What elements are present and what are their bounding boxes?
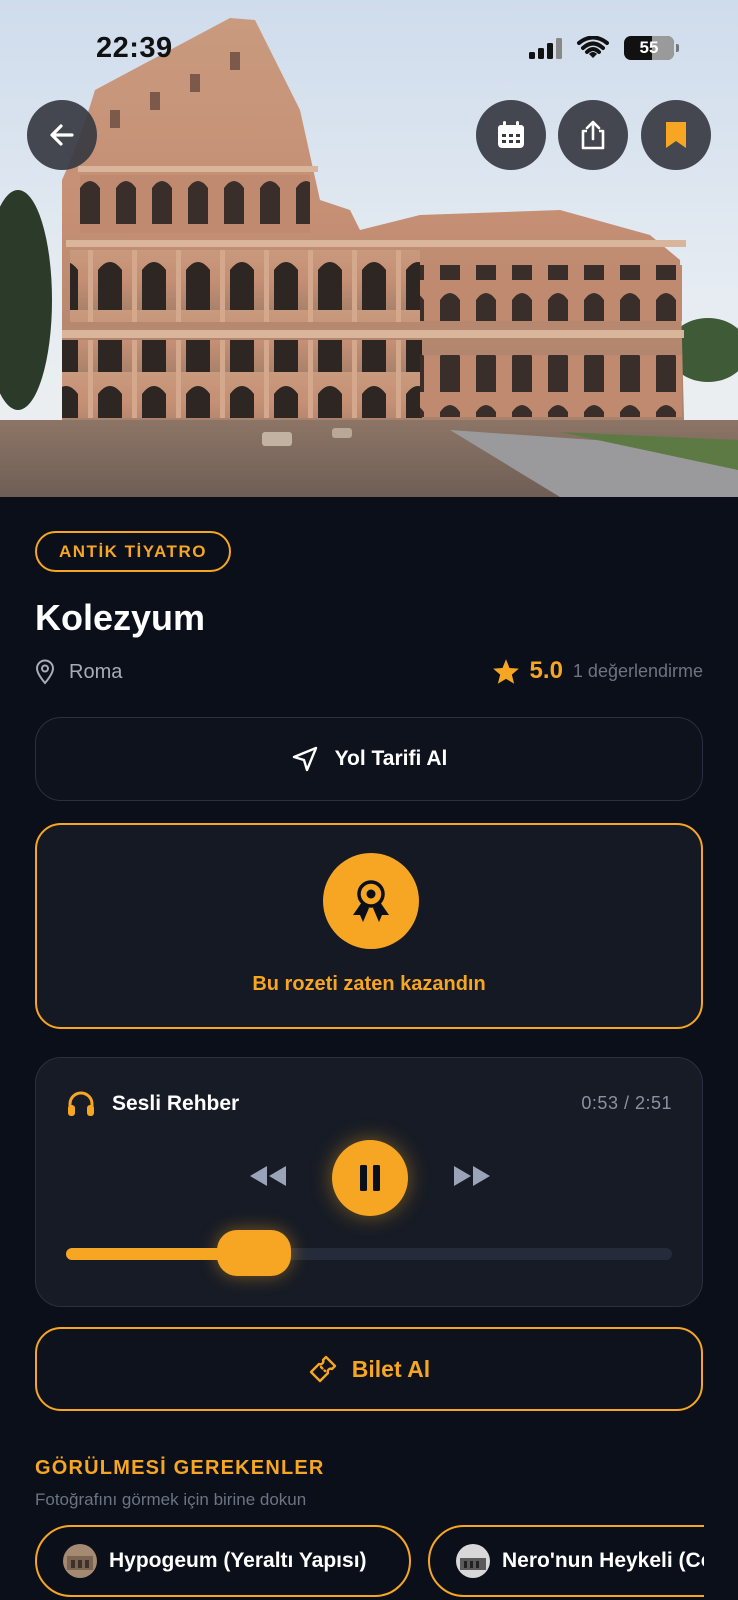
wifi-icon bbox=[577, 36, 609, 58]
back-arrow-icon bbox=[50, 124, 74, 146]
badge-card: Bu rozeti zaten kazandın bbox=[35, 823, 703, 1029]
hypogeum-thumbnail bbox=[63, 1544, 97, 1578]
fast-forward-icon bbox=[454, 1166, 490, 1186]
rating-value: 5.0 bbox=[529, 657, 563, 684]
badge-medal bbox=[323, 853, 419, 949]
nero-statue-thumbnail bbox=[456, 1544, 490, 1578]
fast-forward-button[interactable] bbox=[452, 1156, 492, 1196]
status-time: 22:39 bbox=[96, 32, 173, 64]
headphones-icon bbox=[68, 1091, 94, 1116]
hero-image: 22:39 55 bbox=[0, 0, 738, 497]
rating-count: 1 değerlendirme bbox=[572, 660, 703, 681]
award-ribbon-icon bbox=[353, 880, 389, 922]
share-icon bbox=[581, 120, 605, 150]
audio-time: 0:53 / 2:51 bbox=[581, 1093, 672, 1113]
cellular-signal-icon bbox=[529, 37, 562, 59]
bookmark-button[interactable] bbox=[641, 100, 711, 170]
audio-guide-card: Sesli Rehber 0:53 / 2:51 bbox=[35, 1057, 703, 1307]
back-button[interactable] bbox=[27, 100, 97, 170]
bookmark-icon bbox=[666, 122, 686, 148]
audio-progress-track[interactable] bbox=[66, 1230, 672, 1276]
must-see-title: GÖRÜLMESİ GEREKENLER bbox=[35, 1457, 325, 1479]
chip-label: Nero'nun Heykeli (Colossus Neronis) bbox=[502, 1549, 704, 1572]
directions-button[interactable]: Yol Tarifi Al bbox=[35, 717, 703, 801]
navigation-arrow-icon bbox=[292, 746, 317, 772]
colosseum-photo bbox=[0, 0, 738, 497]
audio-progress-thumb[interactable] bbox=[216, 1230, 291, 1276]
location-pin-icon bbox=[35, 659, 55, 685]
must-see-subtitle: Fotoğrafını görmek için birine dokun bbox=[35, 1490, 307, 1509]
place-details: ANTİK TİYATRO Kolezyum Roma 5.0 1 değerl… bbox=[0, 497, 738, 1600]
share-button[interactable] bbox=[558, 100, 628, 170]
must-see-chip-nero-statue[interactable]: Nero'nun Heykeli (Colossus Neronis) bbox=[428, 1525, 704, 1597]
ticket-icon bbox=[309, 1355, 336, 1383]
buy-ticket-button[interactable]: Bilet Al bbox=[35, 1327, 703, 1411]
rating: 5.0 1 değerlendirme bbox=[492, 657, 703, 685]
rewind-icon bbox=[250, 1166, 286, 1186]
calendar-icon bbox=[498, 121, 524, 148]
rewind-button[interactable] bbox=[248, 1156, 288, 1196]
status-icons: 55 bbox=[529, 36, 679, 60]
star-icon bbox=[492, 658, 519, 684]
chip-label: Hypogeum (Yeraltı Yapısı) bbox=[109, 1549, 367, 1572]
pause-button[interactable] bbox=[332, 1140, 408, 1216]
location-text: Roma bbox=[69, 660, 123, 683]
pause-icon bbox=[360, 1165, 380, 1191]
page-title: Kolezyum bbox=[35, 597, 206, 638]
battery-indicator: 55 bbox=[624, 36, 679, 60]
must-see-list: Hypogeum (Yeraltı Yapısı) Nero'nun Heyke… bbox=[35, 1525, 704, 1600]
category-tag: ANTİK TİYATRO bbox=[35, 531, 231, 572]
location-row: Roma bbox=[35, 659, 122, 685]
calendar-button[interactable] bbox=[476, 100, 546, 170]
badge-earned-text: Bu rozeti zaten kazandın bbox=[252, 973, 486, 995]
buy-ticket-label: Bilet Al bbox=[351, 1355, 431, 1382]
audio-guide-title: Sesli Rehber bbox=[112, 1092, 240, 1115]
battery-level: 55 bbox=[639, 38, 659, 57]
directions-label: Yol Tarifi Al bbox=[334, 747, 448, 770]
audio-guide-header: Sesli Rehber bbox=[66, 1090, 239, 1118]
must-see-chip-hypogeum[interactable]: Hypogeum (Yeraltı Yapısı) bbox=[35, 1525, 411, 1597]
